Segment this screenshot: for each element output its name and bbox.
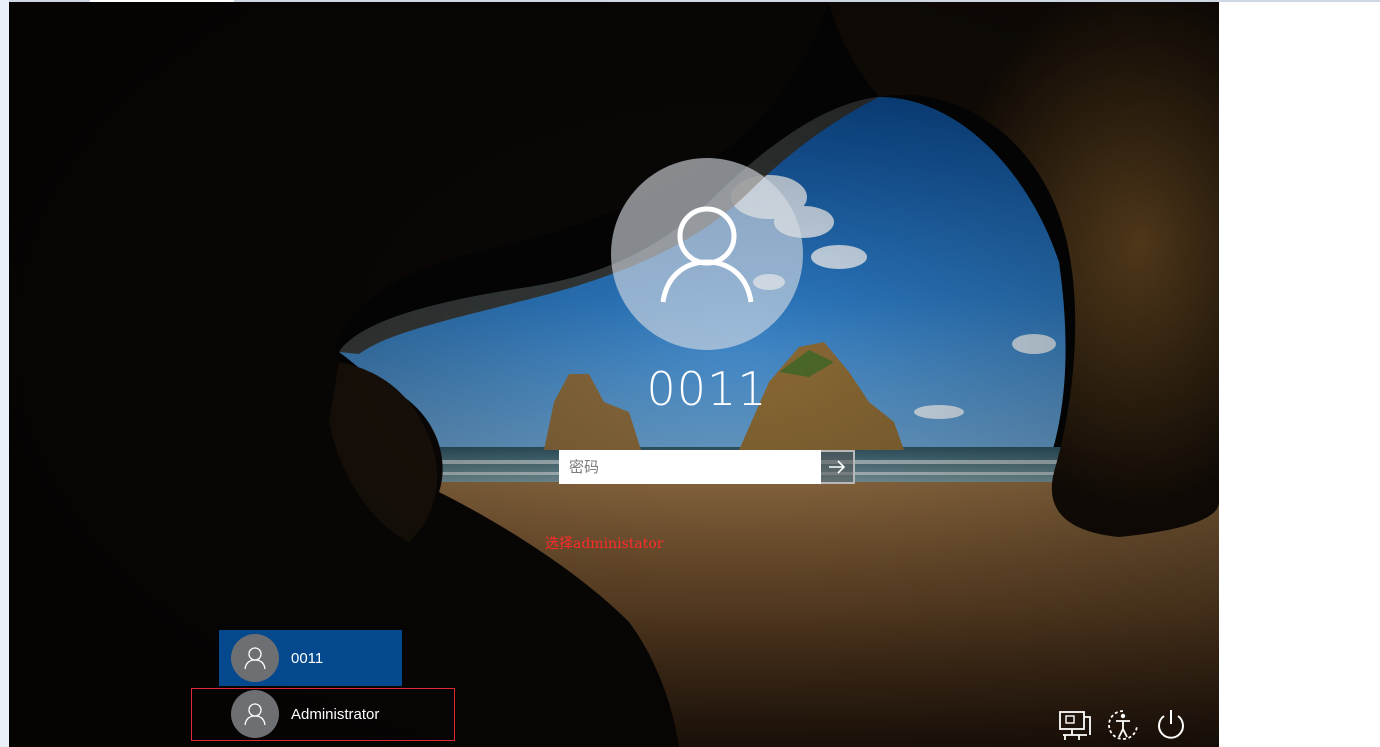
tile-avatar [231,634,279,682]
ease-of-access-button[interactable] [1105,707,1141,743]
user-icon [660,206,754,303]
ease-of-access-icon [1108,710,1138,740]
annotation-text: 选择administator [545,536,664,552]
user-tile-label: 0011 [291,649,324,667]
network-icon [1059,711,1091,740]
network-button[interactable] [1057,707,1093,743]
app-right-margin [1219,2,1380,747]
user-avatar-large [611,158,803,350]
power-icon [1158,710,1184,739]
submit-button[interactable] [821,450,855,484]
password-field[interactable] [559,450,821,484]
arrow-right-icon [829,460,846,474]
account-name: 0011 [646,362,768,416]
user-icon [244,647,266,670]
power-button[interactable] [1153,707,1189,743]
password-row [559,450,855,484]
lock-screen: 0011 选择administator 0011 Administrator [9,2,1219,747]
annotation-highlight-box [191,688,455,741]
user-tile-0011[interactable]: 0011 [219,630,402,686]
